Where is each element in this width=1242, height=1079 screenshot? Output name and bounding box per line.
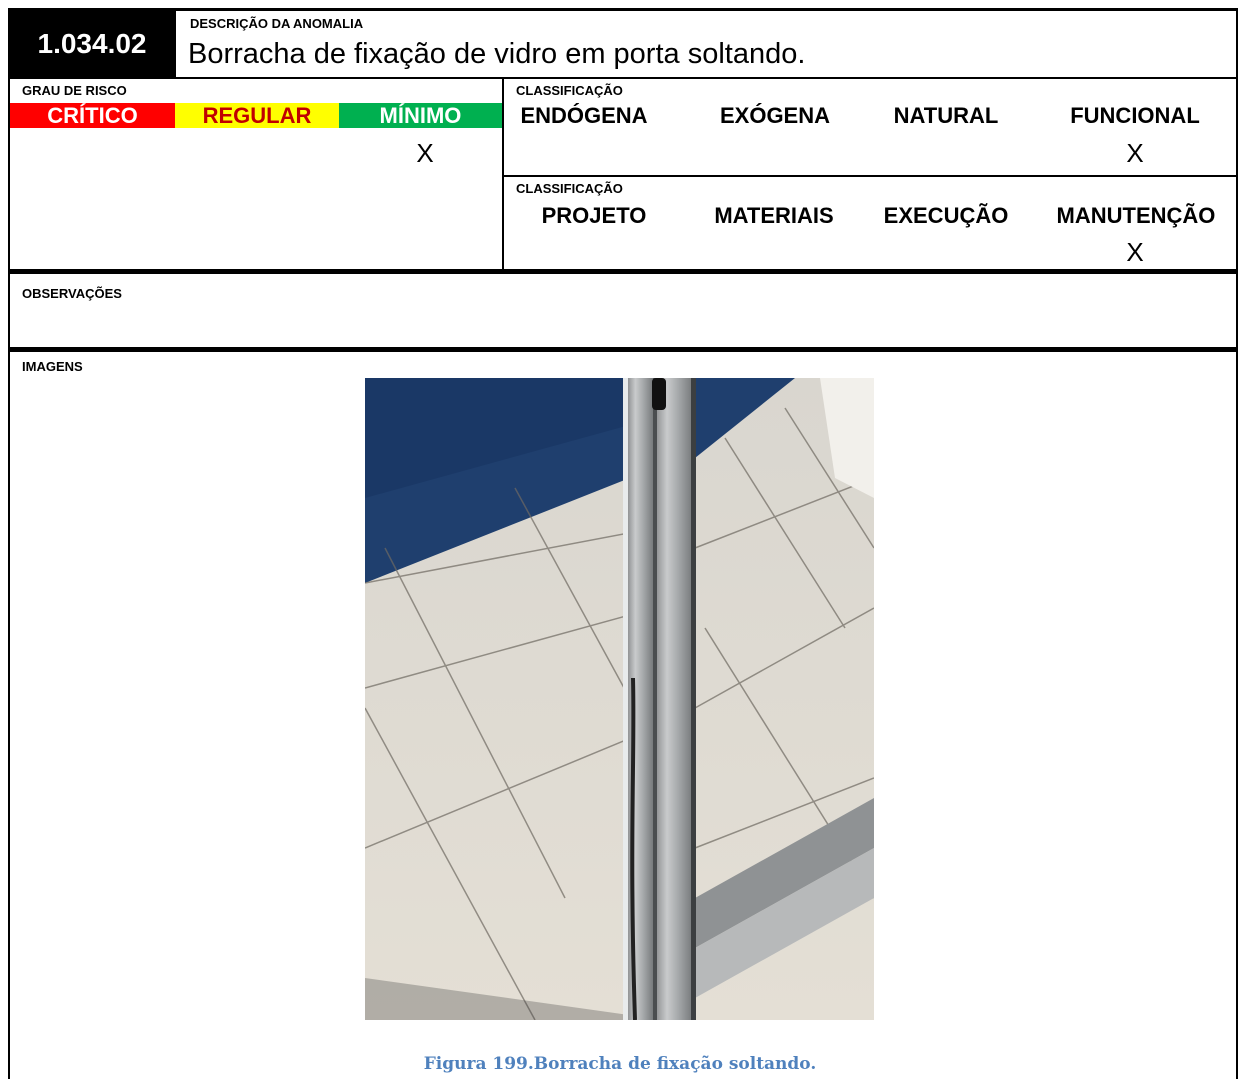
classification-option-manutencao: MANUTENÇÃO bbox=[1056, 203, 1216, 228]
classification-option-execucao: EXECUÇÃO bbox=[883, 203, 1009, 228]
observations-label: OBSERVAÇÕES bbox=[22, 286, 122, 301]
classification-option-endogena: ENDÓGENA bbox=[520, 103, 648, 128]
classification-divider bbox=[502, 175, 1238, 177]
classification-option-natural: NATURAL bbox=[893, 103, 999, 128]
classification-1-selected-mark: X bbox=[1126, 138, 1144, 168]
risk-level-regular: REGULAR bbox=[175, 103, 339, 128]
description-label: DESCRIÇÃO DA ANOMALIA bbox=[190, 16, 364, 31]
header-divider bbox=[8, 77, 1238, 79]
risk-label: GRAU DE RISCO bbox=[22, 83, 127, 98]
classification-option-funcional: FUNCIONAL bbox=[1070, 103, 1200, 128]
risk-level-minimum: MÍNIMO bbox=[339, 103, 502, 128]
images-label: IMAGENS bbox=[22, 359, 83, 374]
section-divider-images bbox=[8, 347, 1238, 352]
frame-top-border bbox=[175, 8, 1238, 11]
figure-caption: Figura 199.Borracha de fixação soltando. bbox=[423, 1054, 817, 1074]
frame-right-border bbox=[1236, 8, 1238, 1079]
frame-left-border bbox=[8, 8, 10, 1079]
anomaly-code: 1.034.02 bbox=[37, 28, 147, 59]
classification-label-1: CLASSIFICAÇÃO bbox=[516, 83, 623, 98]
classification-option-exogena: EXÓGENA bbox=[719, 103, 831, 128]
classification-option-projeto: PROJETO bbox=[541, 203, 647, 228]
anomaly-description: Borracha de fixação de vidro em porta so… bbox=[188, 38, 806, 70]
anomaly-photo bbox=[365, 378, 874, 1020]
anomaly-code-box: 1.034.02 bbox=[8, 8, 176, 77]
classification-option-materiais: MATERIAIS bbox=[714, 203, 834, 228]
section-divider-observations bbox=[8, 269, 1238, 274]
risk-level-critical: CRÍTICO bbox=[10, 103, 175, 128]
risk-selected-mark: X bbox=[416, 138, 434, 168]
classification-2-selected-mark: X bbox=[1126, 237, 1144, 267]
classification-label-2: CLASSIFICAÇÃO bbox=[516, 181, 623, 196]
